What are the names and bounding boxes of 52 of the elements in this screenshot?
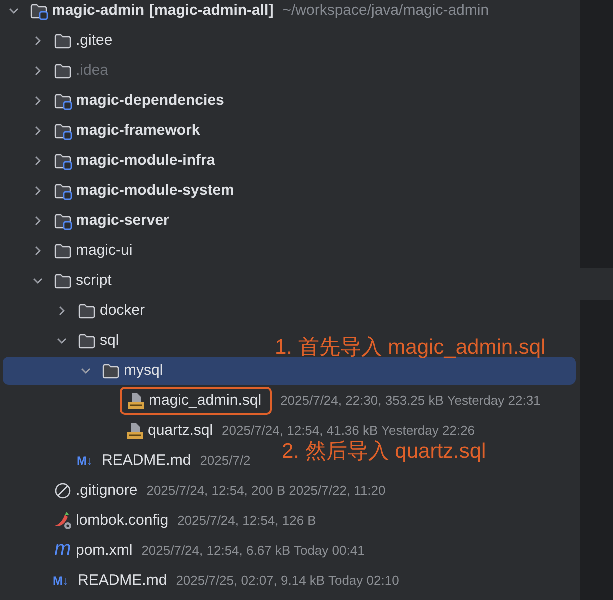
annotation: 2. 然后导入 quartz.sql xyxy=(282,441,486,462)
folder-icon xyxy=(77,332,97,350)
file-info: 2025/7/24, 12:54, 6.67 kB Today 00:41 xyxy=(142,542,365,560)
file-name: magic-dependencies xyxy=(76,90,224,111)
file-info: 2025/7/2 xyxy=(200,452,251,470)
file-name: script xyxy=(76,270,112,291)
module-folder-icon xyxy=(53,212,73,230)
file-info: 2025/7/24, 22:30, 353.25 kB Yesterday 22:31 xyxy=(280,392,541,410)
maven-icon: m xyxy=(53,539,73,559)
file-name: sql xyxy=(100,330,120,351)
file-info: 2025/7/25, 02:07, 9.14 kB Today 02:10 xyxy=(176,572,400,590)
file-name: docker xyxy=(100,300,146,321)
file-name: magic-module-infra xyxy=(76,150,216,171)
project-path: ~/workspace/java/magic-admin xyxy=(282,0,490,21)
chili-gear-icon xyxy=(53,511,73,531)
folder-icon xyxy=(53,62,73,80)
markdown-icon: M↓ xyxy=(77,452,99,470)
file-name: magic-framework xyxy=(76,120,200,141)
file-name: .gitignore xyxy=(76,480,138,501)
tree-row[interactable]: mysql xyxy=(3,357,576,385)
folder-icon xyxy=(53,32,73,50)
folder-icon xyxy=(53,242,73,260)
file-name: .gitee xyxy=(76,30,113,51)
database-file-icon xyxy=(125,422,145,440)
module-label: [magic-admin-all] xyxy=(150,0,274,21)
file-name: magic-module-system xyxy=(76,180,234,201)
file-name: lombok.config xyxy=(76,510,169,531)
file-info: 2025/7/24, 12:54, 126 B xyxy=(178,512,316,530)
file-name: README.md xyxy=(102,450,192,471)
file-name: magic-admin xyxy=(52,0,145,21)
module-folder-icon xyxy=(29,2,49,20)
file-name: magic_admin.sql xyxy=(149,390,262,411)
prohibited-icon xyxy=(53,482,73,500)
annotation: 1. 首先导入 magic_admin.sql xyxy=(275,337,546,358)
markdown-icon: M↓ xyxy=(53,572,75,590)
file-name: pom.xml xyxy=(76,540,133,561)
file-name: README.md xyxy=(78,570,168,591)
module-folder-icon xyxy=(53,122,73,140)
module-folder-icon xyxy=(53,152,73,170)
file-info: 2025/7/24, 12:54, 41.36 kB Yesterday 22:26 xyxy=(222,422,476,440)
folder-icon xyxy=(101,362,121,380)
database-file-icon xyxy=(126,392,146,410)
module-folder-icon xyxy=(53,92,73,110)
file-name: mysql xyxy=(124,360,164,381)
file-name: .idea xyxy=(76,60,109,81)
folder-icon xyxy=(77,302,97,320)
file-name: quartz.sql xyxy=(148,420,214,441)
file-name: magic-server xyxy=(76,210,170,231)
folder-icon xyxy=(53,272,73,290)
file-info: 2025/7/24, 12:54, 200 B 2025/7/22, 11:20 xyxy=(146,482,386,500)
file-name: magic-ui xyxy=(76,240,133,261)
module-folder-icon xyxy=(53,182,73,200)
